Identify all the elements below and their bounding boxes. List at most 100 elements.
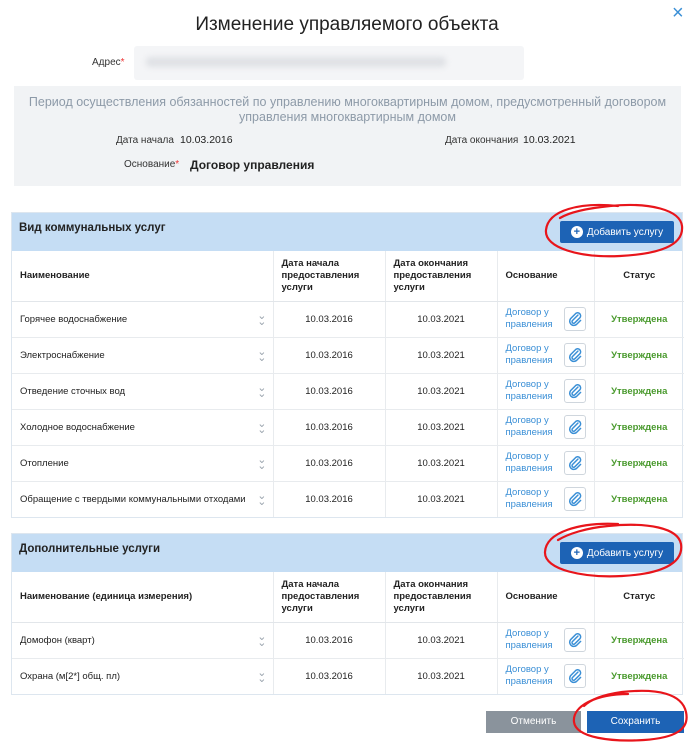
start-date-label: Дата начала (116, 135, 174, 146)
paperclip-icon (568, 348, 581, 363)
start-date-cell: 10.03.2016 (272, 372, 385, 409)
table-row: Домофон (кварт) ⌄ ⌄ 10.03.2016 10.03.2021 Дог… (12, 621, 684, 658)
basis-link[interactable]: Договор у правления (506, 307, 556, 331)
end-date-cell: 10.03.2021 (384, 372, 497, 409)
cancel-button[interactable]: Отменить (486, 711, 581, 733)
start-date-cell: 10.03.2016 (272, 480, 385, 517)
paperclip-icon (568, 633, 581, 648)
annotation-circle (543, 522, 683, 578)
service-name-cell: Обращение с твердыми коммунальными отход… (12, 480, 273, 517)
status-cell: Утверждена (593, 444, 684, 481)
service-name: Домофон (кварт) (20, 634, 95, 646)
attachment-button[interactable] (563, 379, 586, 403)
attachment-button[interactable] (563, 664, 586, 689)
service-name: Электроснабжение (20, 349, 105, 361)
utilities-title: Вид коммунальных услуг (19, 222, 166, 234)
attachment-button[interactable] (563, 343, 586, 367)
basis-link[interactable]: Договор у правления (506, 451, 556, 475)
basis-cell: Договор у правления (496, 300, 594, 337)
table-row: Отведение сточных вод ⌄ ⌄ 10.03.2016 10.03.2… (12, 372, 684, 409)
basis-link[interactable]: Договор у правления (506, 664, 556, 688)
service-name-cell: Электроснабжение ⌄ ⌄ (12, 336, 273, 373)
start-date-cell: 10.03.2016 (272, 657, 385, 694)
status-cell: Утверждена (593, 621, 684, 658)
column-header-end: Дата окончания предоставления услуги (384, 572, 497, 623)
basis-cell: Договор у правления (496, 480, 594, 517)
service-name-cell: Отведение сточных вод ⌄ ⌄ (12, 372, 273, 409)
column-header-start: Дата начала предоставления услуги (272, 572, 385, 623)
basis-label: Основание* (124, 159, 180, 170)
basis-cell: Договор у правления (496, 336, 594, 373)
end-date-cell: 10.03.2021 (384, 621, 497, 658)
basis-cell: Договор у правления (496, 372, 594, 409)
column-header-end: Дата окончания предоставления услуги (384, 251, 497, 302)
chevron-down-icon[interactable]: ⌄ ⌄ (257, 632, 266, 649)
service-name: Холодное водоснабжение (20, 421, 135, 433)
basis-link[interactable]: Договор у правления (506, 487, 556, 511)
start-date-cell: 10.03.2016 (272, 444, 385, 481)
service-name: Отведение сточных вод (20, 385, 126, 397)
basis-link[interactable]: Договор у правления (506, 343, 556, 367)
end-date-cell: 10.03.2021 (384, 444, 497, 481)
additional-title: Дополнительные услуги (19, 543, 161, 555)
paperclip-icon (568, 669, 581, 684)
attachment-button[interactable] (563, 451, 586, 475)
status-cell: Утверждена (593, 408, 684, 445)
status-cell: Утверждена (593, 336, 684, 373)
attachment-button[interactable] (563, 415, 586, 439)
basis-link[interactable]: Договор у правления (506, 415, 556, 439)
chevron-down-icon[interactable]: ⌄ ⌄ (257, 668, 266, 685)
column-header-name: Наименование (12, 251, 273, 302)
paperclip-icon (568, 456, 581, 471)
start-date-value: 10.03.2016 (180, 134, 233, 146)
chevron-down-icon[interactable]: ⌄ ⌄ (257, 419, 266, 436)
service-name-cell: Горячее водоснабжение ⌄ ⌄ (12, 300, 273, 337)
address-field[interactable] (134, 46, 524, 80)
column-header-name: Наименование (единица измерения) (12, 572, 273, 623)
annotation-circle (544, 203, 684, 258)
basis-link[interactable]: Договор у правления (506, 379, 556, 403)
service-name: Охрана (м[2*] общ. пл) (20, 670, 121, 682)
end-date-value: 10.03.2021 (523, 134, 576, 146)
period-panel: Период осуществления обязанностей по упр… (14, 86, 681, 186)
period-title: Период осуществления обязанностей по упр… (28, 95, 667, 124)
end-date-cell: 10.03.2021 (384, 480, 497, 517)
basis-cell: Договор у правления (496, 408, 594, 445)
table-row: Горячее водоснабжение ⌄ ⌄ 10.03.2016 10.03.2… (12, 300, 684, 337)
attachment-button[interactable] (563, 487, 586, 512)
table-row: Холодное водоснабжение ⌄ ⌄ 10.03.2016 10.03.… (12, 408, 684, 445)
start-date-cell: 10.03.2016 (272, 336, 385, 373)
address-label: Адрес* (92, 57, 125, 68)
end-date-cell: 10.03.2021 (384, 408, 497, 445)
column-header-start: Дата начала предоставления услуги (272, 251, 385, 302)
paperclip-icon (568, 420, 581, 435)
basis-cell: Договор у правления (496, 444, 594, 481)
attachment-button[interactable] (563, 628, 586, 652)
table-row: Обращение с твердыми коммунальными отход… (12, 480, 684, 517)
end-date-cell: 10.03.2021 (384, 300, 497, 337)
status-cell: Утверждена (593, 372, 684, 409)
service-name-cell: Холодное водоснабжение ⌄ ⌄ (12, 408, 273, 445)
chevron-down-icon[interactable]: ⌄ ⌄ (257, 455, 266, 472)
chevron-down-icon[interactable]: ⌄ ⌄ (257, 491, 266, 508)
paperclip-icon (568, 384, 581, 399)
address-blurred-value (146, 57, 446, 67)
dialog-title: Изменение управляемого объекта (195, 14, 499, 35)
chevron-down-icon[interactable]: ⌄ ⌄ (257, 347, 266, 364)
table-row: Электроснабжение ⌄ ⌄ 10.03.2016 10.03.2021 До… (12, 336, 684, 373)
paperclip-icon (568, 492, 581, 507)
service-name: Горячее водоснабжение (20, 313, 128, 325)
attachment-button[interactable] (563, 307, 586, 331)
basis-link[interactable]: Договор у правления (506, 628, 556, 652)
chevron-down-icon[interactable]: ⌄ ⌄ (257, 311, 266, 328)
service-name: Обращение с твердыми коммунальными отход… (20, 493, 246, 505)
basis-cell: Договор у правления (496, 621, 594, 658)
paperclip-icon (568, 312, 581, 327)
end-date-label: Дата окончания (445, 135, 519, 146)
basis-value: Договор управления (190, 158, 315, 172)
start-date-cell: 10.03.2016 (272, 408, 385, 445)
chevron-down-icon[interactable]: ⌄ ⌄ (257, 383, 266, 400)
table-row: Отопление ⌄ ⌄ 10.03.2016 10.03.2021 Договор у… (12, 444, 684, 481)
end-date-cell: 10.03.2021 (384, 657, 497, 694)
service-name: Отопление (20, 457, 69, 469)
